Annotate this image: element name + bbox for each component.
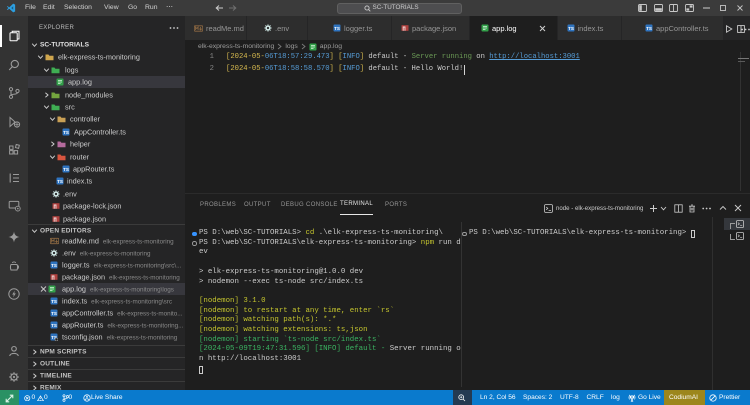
svg-text:TS: TS: [568, 26, 574, 31]
svg-text:TS: TS: [57, 179, 63, 184]
svg-text:TS: TS: [63, 130, 69, 135]
svg-text:TS: TS: [51, 299, 57, 304]
svg-text:TS: TS: [51, 323, 57, 328]
svg-text:TS: TS: [63, 167, 69, 172]
svg-text:TS: TS: [51, 311, 57, 316]
svg-text:TS: TS: [51, 263, 57, 268]
svg-text:TS: TS: [646, 26, 652, 31]
svg-text:TS: TS: [334, 26, 340, 31]
